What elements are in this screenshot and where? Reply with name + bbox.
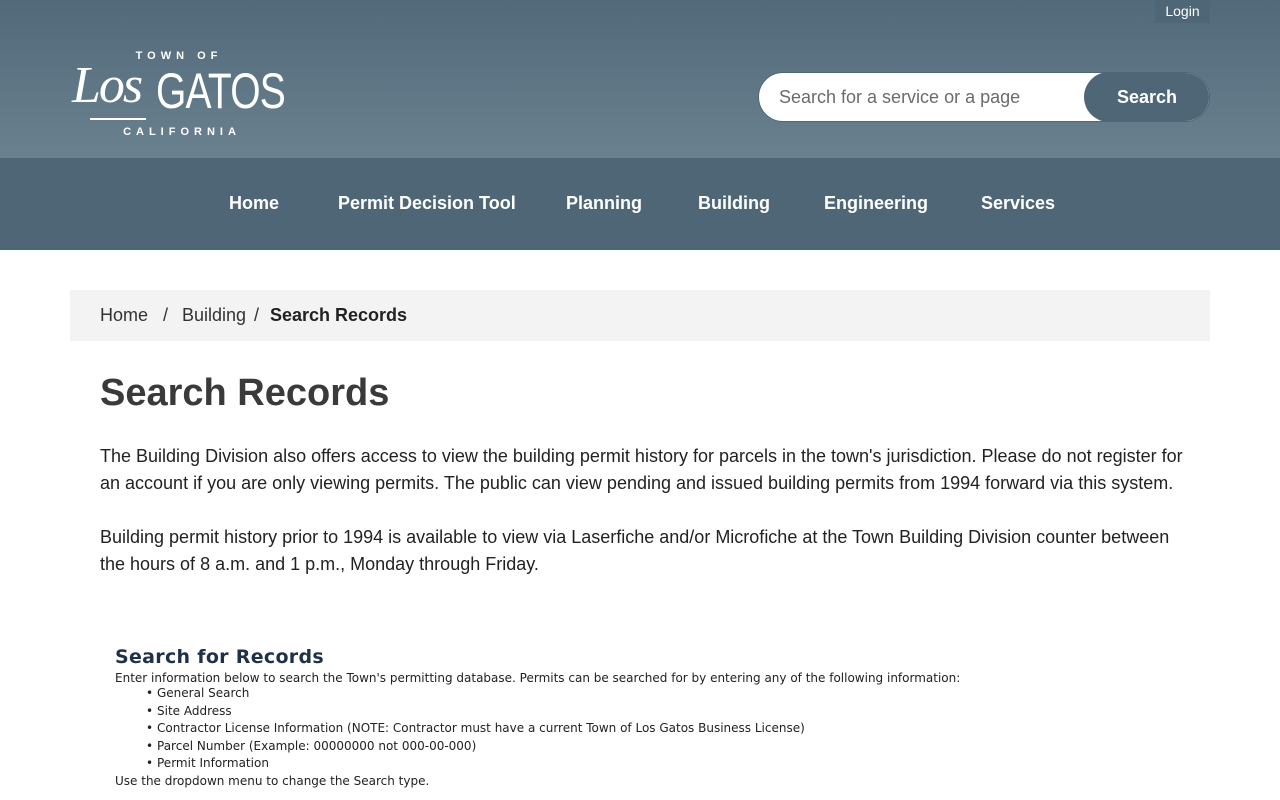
list-item: • Contractor License Information (NOTE: C… [146, 720, 1115, 738]
list-item: • Permit Information [146, 755, 1115, 773]
main-navigation: Home Permit Decision Tool Planning Build… [0, 158, 1280, 250]
site-header: Login TOWN OF Los GATOS CALIFORNIA Searc… [0, 0, 1280, 158]
login-button[interactable]: Login [1155, 0, 1210, 23]
logo-california-text: CALIFORNIA [123, 126, 241, 138]
list-item-text: Site Address [157, 703, 232, 718]
records-intro: Enter information below to search the To… [115, 671, 961, 685]
breadcrumb: Home / Building / Search Records [70, 290, 1210, 341]
breadcrumb-current: Search Records [270, 305, 408, 325]
site-search: Search [758, 72, 1210, 122]
breadcrumb-separator: / [163, 305, 169, 325]
breadcrumb-building[interactable]: Building [182, 305, 246, 326]
bullet: • [146, 738, 154, 753]
search-input[interactable] [759, 73, 1085, 121]
logo-gatos-text: GATOS [156, 63, 286, 119]
list-item-text: Parcel Number (Example: 00000000 not 000… [157, 738, 477, 753]
nav-item-home[interactable]: Home [229, 193, 279, 214]
search-options-list: • General Search • Site Address • Contracto… [146, 685, 1115, 773]
bullet: • [146, 721, 154, 735]
logo-divider [90, 118, 146, 120]
intro-paragraph: The Building Division also offers access… [100, 446, 1183, 493]
nav-item-planning[interactable]: Planning [566, 193, 642, 214]
bullet: • [146, 756, 154, 770]
breadcrumb-home[interactable]: Home [100, 305, 148, 326]
bullet: • [146, 703, 154, 718]
nav-item-building[interactable]: Building [698, 193, 770, 214]
list-item-text: General Search [157, 686, 250, 700]
list-item: • Parcel Number (Example: 00000000 not 00… [146, 738, 1115, 756]
nav-item-services[interactable]: Services [981, 193, 1055, 214]
town-logo[interactable]: TOWN OF Los GATOS CALIFORNIA [70, 48, 286, 142]
list-item: • Site Address [146, 703, 1115, 721]
records-title: Search for Records [115, 646, 324, 668]
records-footer: Use the dropdown menu to change the Sear… [115, 773, 430, 788]
search-button[interactable]: Search [1084, 73, 1209, 121]
search-records-panel: Search for Records Enter information bel… [115, 646, 1115, 788]
list-item-text: Permit Information [157, 756, 269, 770]
logo-los-text: Los [72, 57, 143, 114]
nav-item-permit-decision-tool[interactable]: Permit Decision Tool [338, 193, 516, 214]
list-item: • General Search [146, 685, 1115, 703]
list-item-text: Contractor License Information (NOTE: Co… [157, 721, 805, 735]
history-paragraph: Building permit history prior to 1994 is… [100, 527, 1170, 574]
page-title: Search Records [100, 372, 390, 414]
bullet: • [146, 686, 154, 700]
nav-item-engineering[interactable]: Engineering [824, 193, 928, 214]
breadcrumb-separator: / [254, 305, 260, 325]
